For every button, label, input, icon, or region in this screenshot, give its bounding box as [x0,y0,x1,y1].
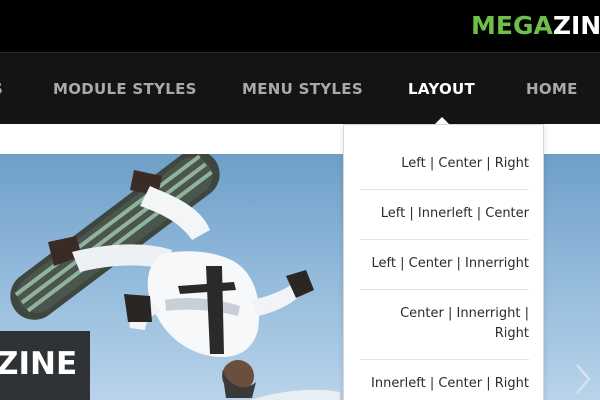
dropdown-item-left-center-right[interactable]: Left | Center | Right [360,140,529,190]
top-header-bar: MEGAZINE [0,0,600,52]
dropdown-item-label: Left | Innerleft | Center [380,206,529,221]
dropdown-item-label: Center | Innerright | Right [400,306,529,341]
logo-part-mega: MEGA [471,11,553,40]
slide-caption-text: ZINE [0,346,78,382]
chevron-right-icon[interactable] [572,362,594,396]
nav-item-module-styles[interactable]: MODULE STYLES [53,80,197,98]
nav-item-partial[interactable]: S [0,80,3,98]
dropdown-item-label: Left | Center | Right [401,156,529,171]
dropdown-item-left-innerleft-center[interactable]: Left | Innerleft | Center [360,190,529,240]
nav-item-home[interactable]: HOME [526,80,578,98]
active-nav-indicator-icon [435,117,449,124]
layout-dropdown-menu: Left | Center | Right Left | Innerleft |… [343,124,544,400]
dropdown-item-label: Left | Center | Innerright [371,256,529,271]
site-logo[interactable]: MEGAZINE [471,11,600,41]
dropdown-item-innerleft-center-right[interactable]: Innerleft | Center | Right [360,360,529,400]
nav-item-layout[interactable]: LAYOUT [408,80,475,98]
dropdown-item-center-innerright-right[interactable]: Center | Innerright | Right [360,290,529,360]
nav-item-menu-styles[interactable]: MENU STYLES [242,80,363,98]
main-navigation: S MODULE STYLES MENU STYLES LAYOUT HOME [0,52,600,124]
dropdown-item-label: Innerleft | Center | Right [371,376,529,391]
dropdown-item-left-center-innerright[interactable]: Left | Center | Innerright [360,240,529,290]
slide-caption: ZINE [0,331,90,400]
logo-part-zine: ZINE [552,11,600,40]
